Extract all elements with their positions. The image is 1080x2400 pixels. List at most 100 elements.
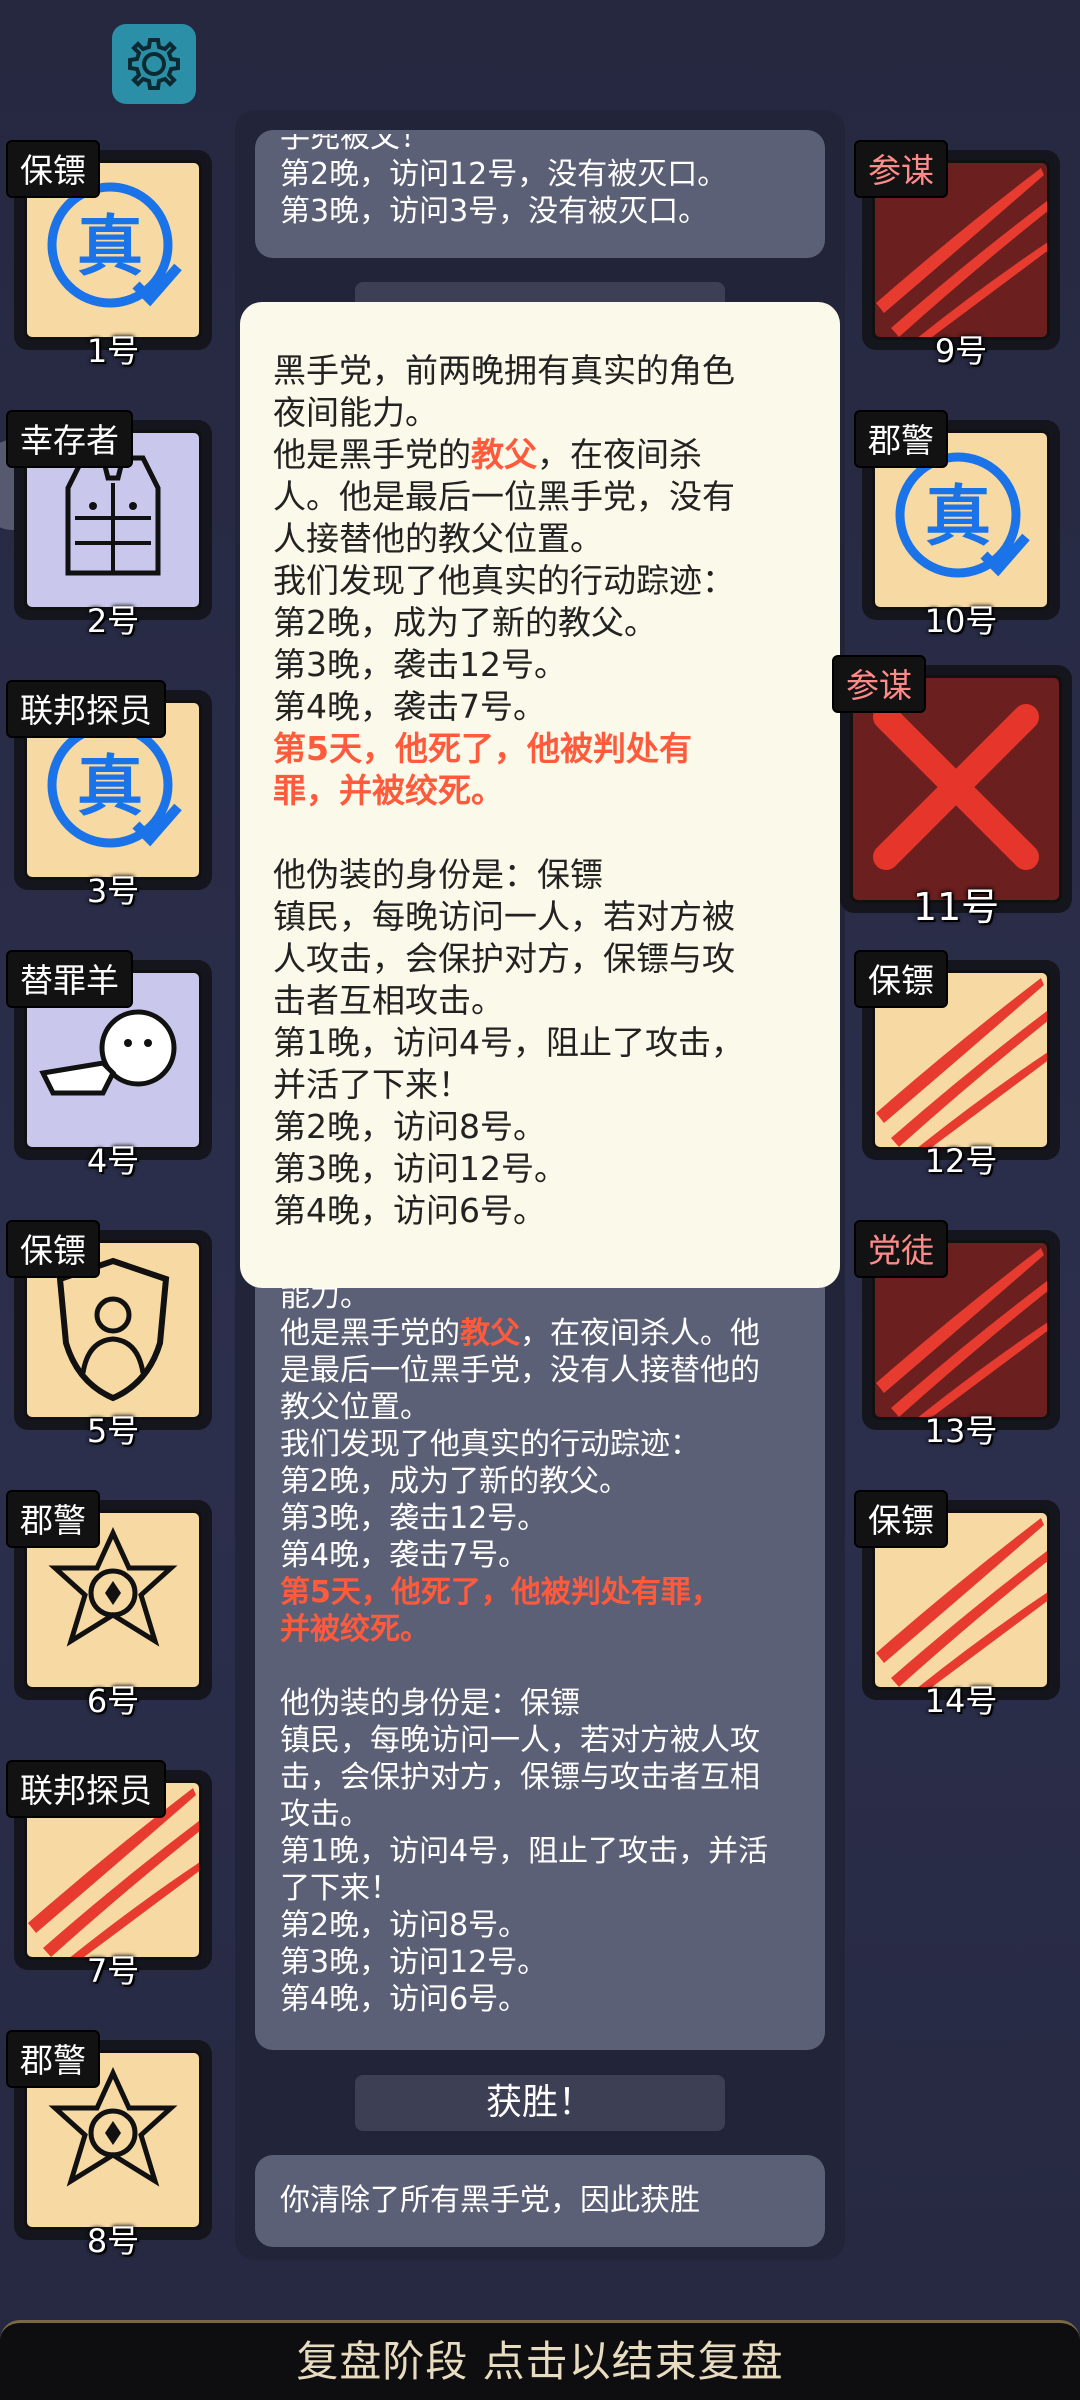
role-label: 保镖 bbox=[854, 1490, 948, 1548]
popup-line: 人攻击，会保护对方，保镖与攻 bbox=[273, 939, 735, 978]
victory-message: 你清除了所有黑手党，因此获胜 bbox=[255, 2155, 825, 2247]
player-card-14号[interactable]: 保镖 14号 bbox=[854, 1490, 1060, 1720]
log-entry-godfather: 能力。 他是黑手党的教父，在夜间杀人。他 是最后一位黑手党，没有人接替他的 教父… bbox=[255, 1250, 825, 2050]
role-highlight: 教父 bbox=[460, 1316, 520, 1351]
death-line: 第5天，他死了，他被判处有 bbox=[273, 729, 692, 768]
role-label: 党徒 bbox=[854, 1220, 948, 1278]
player-number: 14号 bbox=[924, 1682, 998, 1720]
popup-line: 黑手党，前两晚拥有真实的角色 bbox=[273, 351, 735, 390]
svg-text:真: 真 bbox=[77, 748, 143, 825]
popup-line: 第2晚，访问8号。 bbox=[273, 1107, 546, 1146]
popup-line: 第3晚，袭击12号。 bbox=[273, 645, 567, 684]
log-line: 第3晚，袭击12号。 bbox=[280, 1501, 548, 1536]
player-card-8号[interactable]: 郡警 8号 bbox=[6, 2030, 212, 2260]
player-number: 9号 bbox=[934, 332, 988, 370]
popup-line: 我们发现了他真实的行动踪迹： bbox=[273, 561, 735, 600]
popup-line: 第2晚，成为了新的教父。 bbox=[273, 603, 657, 642]
role-label: 联邦探员 bbox=[6, 680, 166, 738]
log-line: 攻击。 bbox=[280, 1797, 370, 1832]
role-detail-popup[interactable]: 黑手党，前两晚拥有真实的角色 夜间能力。 他是黑手党的教父，在夜间杀 人。他是最… bbox=[240, 302, 840, 1288]
log-line: 第3晚，访问12号。 bbox=[280, 1945, 548, 1980]
player-number: 5号 bbox=[86, 1412, 140, 1450]
player-number: 6号 bbox=[86, 1682, 140, 1720]
player-card-7号[interactable]: 联邦探员 7号 bbox=[6, 1760, 212, 1990]
popup-line: 并活了下来！ bbox=[273, 1065, 471, 1104]
log-line: 镇民，每晚访问一人，若对方被人攻 bbox=[280, 1723, 760, 1758]
player-card-1号[interactable]: 真 保镖 1号 bbox=[6, 140, 212, 370]
popup-line: 镇民，每晚访问一人，若对方被 bbox=[273, 897, 735, 936]
popup-line: 他伪装的身份是：保镖 bbox=[273, 855, 603, 894]
vest-icon bbox=[53, 448, 173, 592]
log-line: 第4晚，袭击7号。 bbox=[280, 1538, 529, 1573]
player-number: 11号 bbox=[912, 885, 1000, 929]
log-line: 第2晚，访问8号。 bbox=[280, 1908, 529, 1943]
player-number: 3号 bbox=[86, 872, 140, 910]
log-line: 击，会保护对方，保镖与攻击者互相 bbox=[280, 1760, 760, 1795]
log-line: 了下来！ bbox=[280, 1871, 400, 1906]
player-number: 13号 bbox=[924, 1412, 998, 1450]
popup-line: 击者互相攻击。 bbox=[273, 981, 504, 1020]
player-card-5号[interactable]: 保镖 5号 bbox=[6, 1220, 212, 1450]
gear-icon bbox=[128, 38, 180, 90]
role-label: 替罪羊 bbox=[6, 950, 133, 1008]
player-number: 7号 bbox=[86, 1952, 140, 1990]
popup-line: 夜间能力。 bbox=[273, 393, 438, 432]
death-line: 第5天，他死了，他被判处有罪， bbox=[280, 1575, 721, 1610]
log-line: 是最后一位黑手党，没有人接替他的 bbox=[280, 1353, 760, 1388]
svg-text:真: 真 bbox=[925, 478, 991, 555]
role-label: 保镖 bbox=[6, 140, 100, 198]
log-line: 第1晚，访问4号，阻止了攻击，并活 bbox=[280, 1834, 769, 1869]
player-card-13号[interactable]: 党徒 13号 bbox=[854, 1220, 1060, 1450]
victory-title: 获胜！ bbox=[355, 2075, 725, 2131]
settings-button[interactable] bbox=[112, 24, 196, 104]
player-number: 1号 bbox=[86, 332, 140, 370]
player-card-10号[interactable]: 真 郡警 10号 bbox=[854, 410, 1060, 640]
player-number: 8号 bbox=[86, 2222, 140, 2260]
player-card-2号[interactable]: 幸存者 2号 bbox=[6, 410, 212, 640]
role-highlight: 教父 bbox=[471, 435, 537, 474]
popup-line: 第4晚，袭击7号。 bbox=[273, 687, 546, 726]
popup-line: 人接替他的教父位置。 bbox=[273, 519, 603, 558]
popup-line: 第3晚，访问12号。 bbox=[273, 1149, 567, 1188]
role-label: 保镖 bbox=[854, 950, 948, 1008]
role-label: 保镖 bbox=[6, 1220, 100, 1278]
popup-line: 人。他是最后一位黑手党，没有 bbox=[273, 477, 735, 516]
role-label: 联邦探员 bbox=[6, 1760, 166, 1818]
log-line: 我们发现了他真实的行动踪迹： bbox=[280, 1427, 700, 1462]
role-label: 参谋 bbox=[854, 140, 948, 198]
player-card-12号[interactable]: 保镖 12号 bbox=[854, 950, 1060, 1180]
role-label: 参谋 bbox=[832, 655, 926, 713]
log-line: 他伪装的身份是：保镖 bbox=[280, 1686, 580, 1721]
log-line: 第4晚，访问6号。 bbox=[280, 1982, 529, 2017]
player-number: 2号 bbox=[86, 602, 140, 640]
player-card-4号[interactable]: 替罪羊 4号 bbox=[6, 950, 212, 1180]
log-line: 第3晚，访问3号，没有被灭口。 bbox=[280, 194, 709, 229]
sheep-pointing-icon bbox=[33, 993, 193, 1127]
player-card-6号[interactable]: 郡警 6号 bbox=[6, 1490, 212, 1720]
player-card-3号[interactable]: 真 联邦探员 3号 bbox=[6, 680, 212, 910]
log-line: 第2晚，访问12号，没有被灭口。 bbox=[280, 157, 728, 192]
log-line: 他是黑手党的教父，在夜间杀人。他 bbox=[280, 1316, 760, 1351]
log-line: 教父位置。 bbox=[280, 1390, 430, 1425]
popup-line: 第1晚，访问4号，阻止了攻击， bbox=[273, 1023, 744, 1062]
death-line: 并被绞死。 bbox=[280, 1612, 430, 1647]
death-line: 罪，并被绞死。 bbox=[273, 771, 504, 810]
role-label: 郡警 bbox=[6, 1490, 100, 1548]
role-label: 郡警 bbox=[6, 2030, 100, 2088]
popup-line: 他是黑手党的教父，在夜间杀 bbox=[273, 435, 702, 474]
player-number: 4号 bbox=[86, 1142, 140, 1180]
end-replay-bar[interactable]: 复盘阶段 点击以结束复盘 bbox=[0, 2320, 1080, 2400]
player-number: 12号 bbox=[924, 1142, 998, 1180]
svg-text:真: 真 bbox=[77, 208, 143, 285]
player-card-9号[interactable]: 参谋 9号 bbox=[854, 140, 1060, 370]
player-number: 10号 bbox=[924, 602, 998, 640]
role-label: 郡警 bbox=[854, 410, 948, 468]
log-line: 手兜被父！ bbox=[280, 134, 430, 155]
popup-line: 第4晚，访问6号。 bbox=[273, 1191, 546, 1230]
log-line: 第2晚，成为了新的教父。 bbox=[280, 1464, 630, 1499]
log-entry-previous: 手兜被父！ 第2晚，访问12号，没有被灭口。 第3晚，访问3号，没有被灭口。 bbox=[255, 130, 825, 258]
role-label: 幸存者 bbox=[6, 410, 133, 468]
red-x-icon bbox=[861, 692, 1051, 886]
player-card-11号[interactable]: 参谋 11号 bbox=[832, 655, 1072, 929]
game-screen: 手兜被父！ 第2晚，访问12号，没有被灭口。 第3晚，访问3号，没有被灭口。 能… bbox=[0, 0, 1080, 2400]
